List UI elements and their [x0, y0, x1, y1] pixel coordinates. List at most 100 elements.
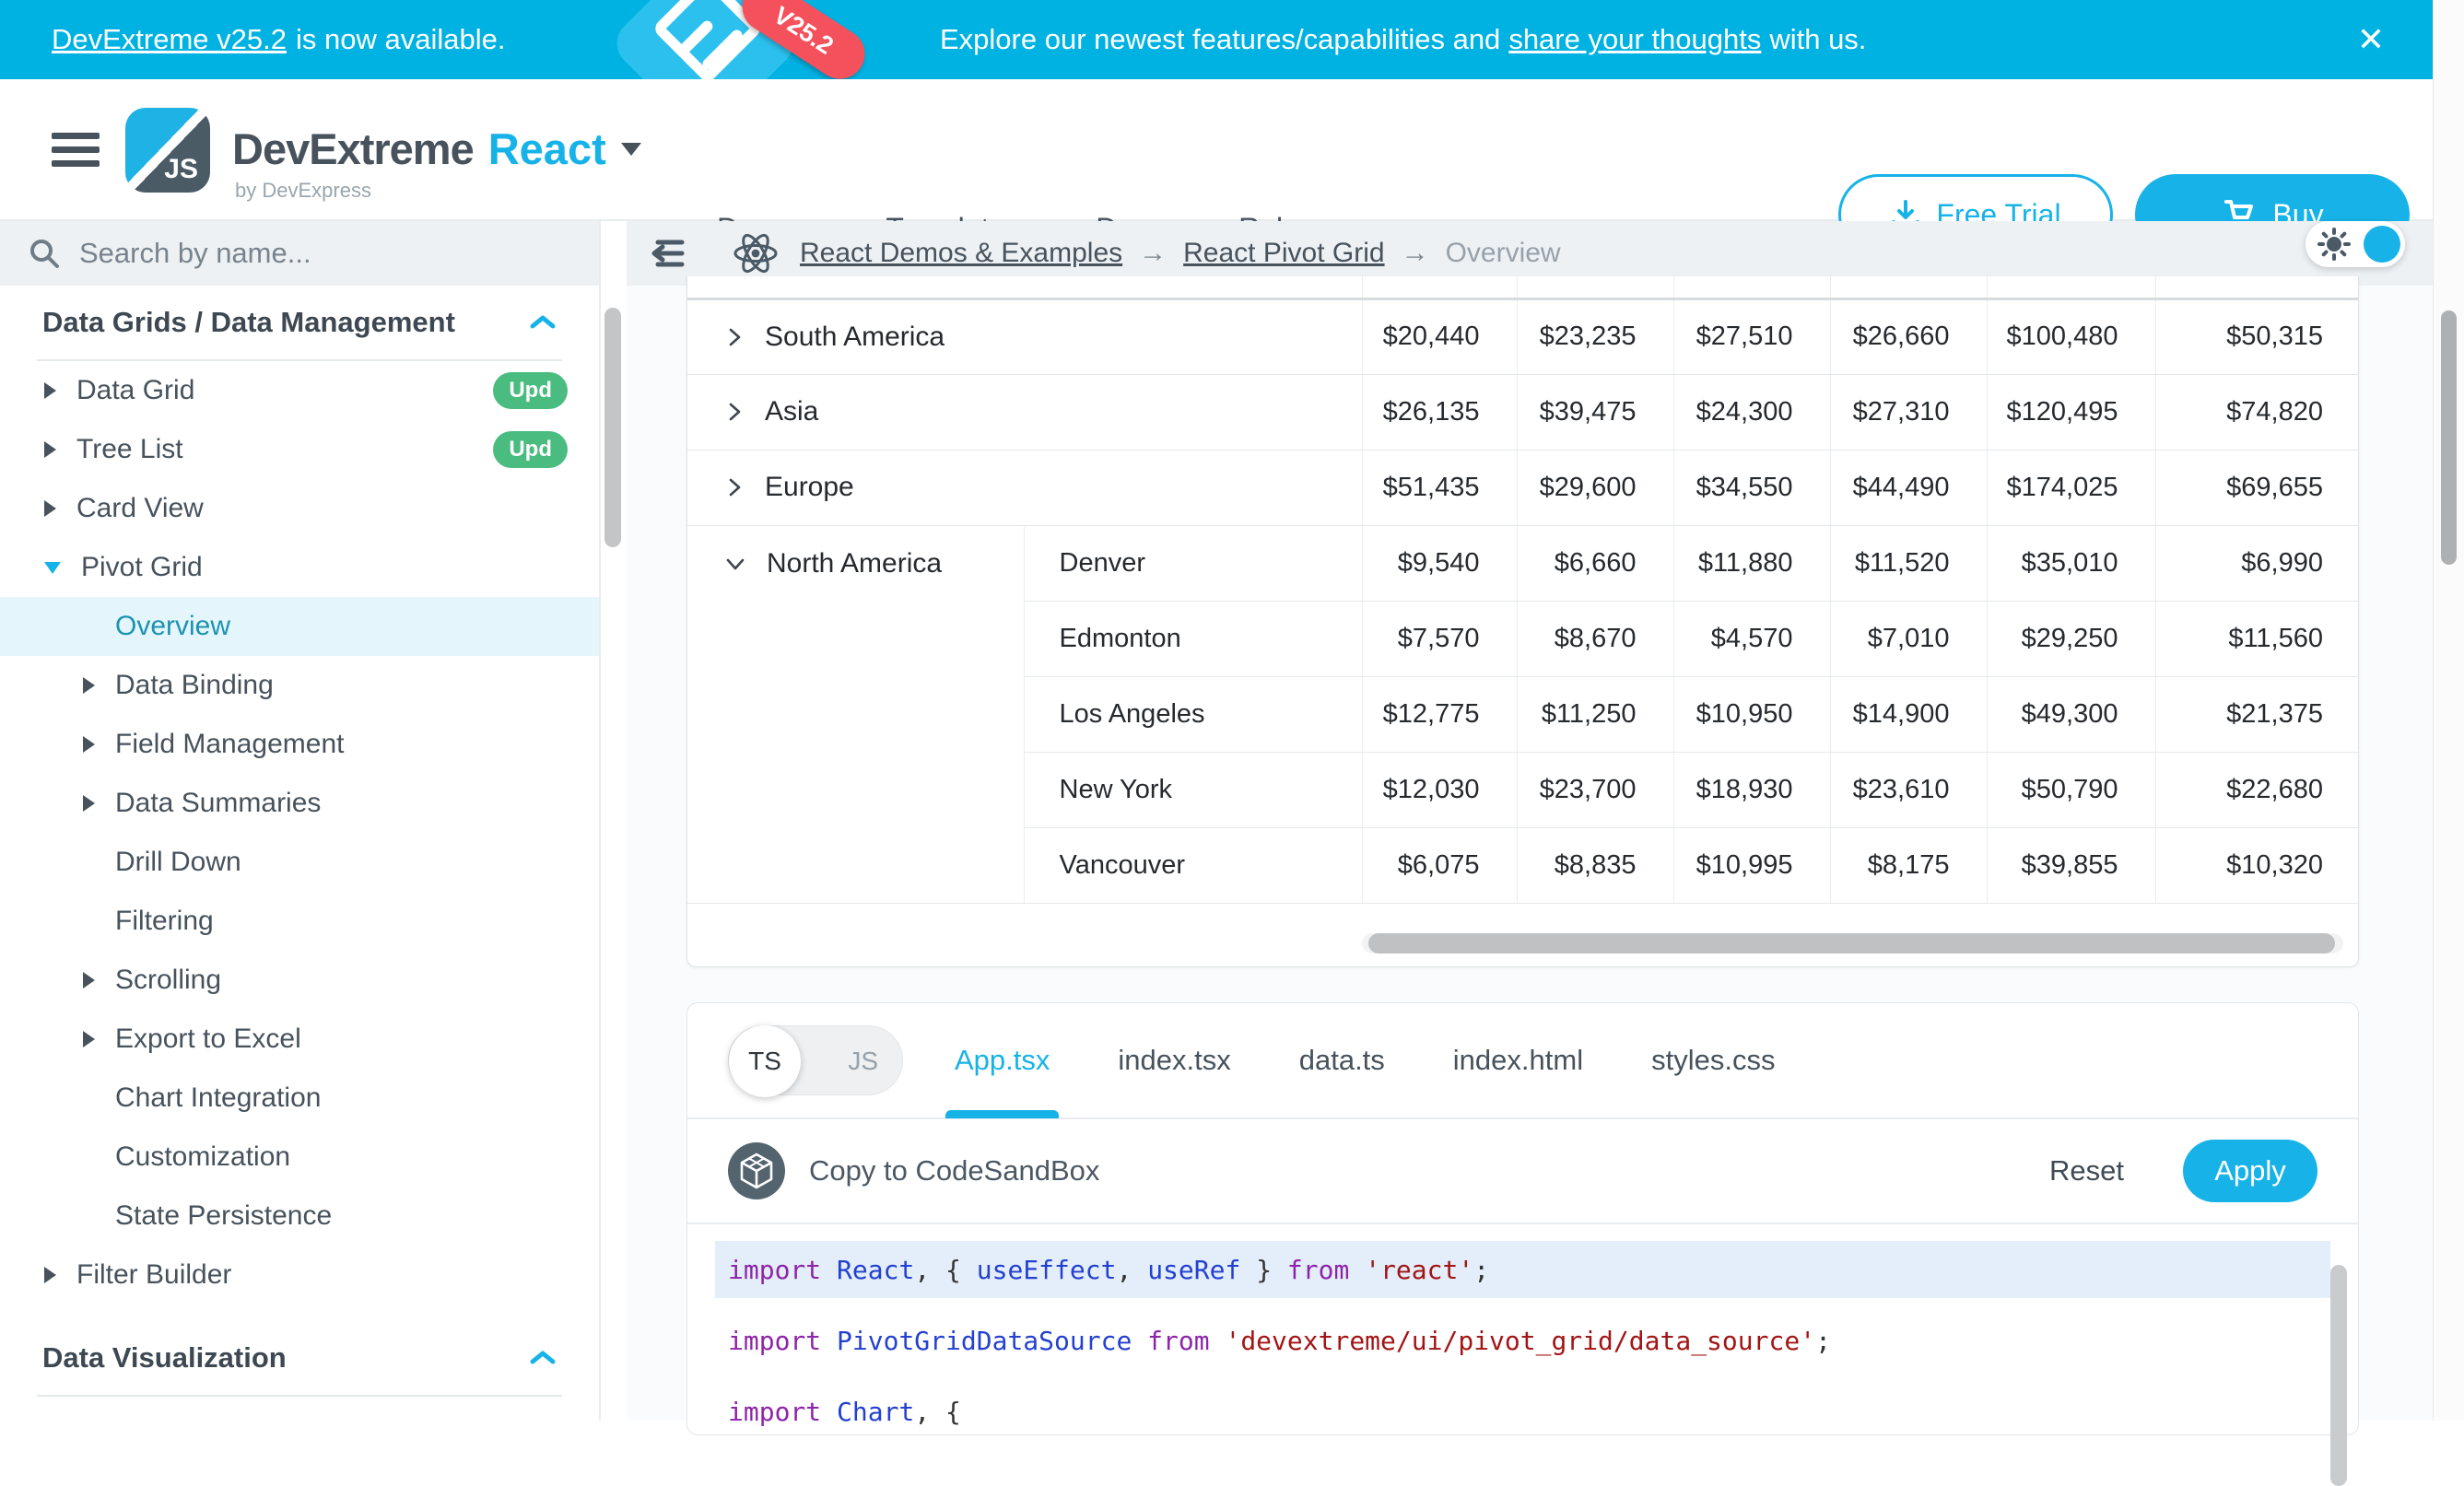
cell-value: $50,315 [2155, 298, 2359, 374]
cell-value: $69,655 [2155, 450, 2359, 525]
sidebar-item-state-persistence[interactable]: State Persistence [0, 1187, 599, 1246]
codesandbox-icon[interactable] [728, 1142, 785, 1199]
cell-value: $35,010 [1987, 525, 2155, 601]
cell-value: $74,820 [2155, 374, 2359, 450]
close-icon[interactable]: ✕ [2357, 0, 2385, 79]
code-line: import React, { useEffect, useRef } from… [715, 1241, 2330, 1298]
sidebar-item-tree-list[interactable]: Tree List Upd [0, 420, 599, 479]
code-editor[interactable]: import React, { useEffect, useRef } from… [687, 1224, 2358, 1432]
expand-chevron-icon[interactable] [722, 399, 746, 425]
sidebar-item-export-to-excel[interactable]: Export to Excel [0, 1010, 599, 1069]
row-label: Asia [765, 396, 818, 427]
section-data-grids[interactable]: Data Grids / Data Management [0, 286, 599, 359]
page-scrollbar-thumb[interactable] [2441, 310, 2457, 565]
chevron-up-icon [529, 1349, 557, 1367]
reset-button[interactable]: Reset [2049, 1154, 2124, 1188]
row-label: South America [765, 322, 945, 353]
triangle-right-icon [83, 677, 95, 694]
cell-value: $12,775 [1362, 676, 1517, 752]
cell-value: $23,610 [1830, 752, 1987, 827]
react-logo-icon [732, 231, 780, 275]
section-data-visualization[interactable]: Data Visualization [0, 1321, 599, 1395]
hamburger-menu-icon[interactable] [52, 133, 100, 167]
pivot-grid-demo: South America $20,440 $23,235 $27,510 $2… [686, 276, 2359, 967]
cell-value: $23,235 [1517, 298, 1673, 374]
sidebar-item-scrolling[interactable]: Scrolling [0, 951, 599, 1010]
breadcrumb-demos-link[interactable]: React Demos & Examples [800, 238, 1122, 269]
cell-value: $8,175 [1830, 827, 1987, 903]
triangle-right-icon [44, 441, 56, 458]
code-line: import Chart, { [715, 1383, 2330, 1440]
upd-badge: Upd [493, 431, 568, 468]
cell-value: $20,440 [1362, 298, 1517, 374]
announcement-banner: DevExtreme v25.2 is now available. V25.2… [0, 0, 2433, 79]
table-horizontal-scrollbar-thumb[interactable] [1368, 933, 2335, 954]
brand-title: DevExtreme React [232, 123, 641, 174]
sidebar-item-chart-integration[interactable]: Chart Integration [0, 1069, 599, 1128]
cell-value: $21,375 [2155, 676, 2359, 752]
sidebar-item-data-binding[interactable]: Data Binding [0, 656, 599, 715]
sidebar-item-filter-builder[interactable]: Filter Builder [0, 1246, 599, 1305]
collapse-panel-icon[interactable] [647, 234, 687, 273]
tab-data-ts[interactable]: data.ts [1299, 1002, 1385, 1118]
cell-value: $29,600 [1517, 450, 1673, 525]
cell-value: $18,930 [1673, 752, 1830, 827]
triangle-right-icon [44, 500, 56, 517]
triangle-right-icon [83, 972, 95, 989]
copy-to-codesandbox-label[interactable]: Copy to CodeSandBox [809, 1154, 1099, 1188]
search-icon [28, 237, 61, 270]
announcement-version-link[interactable]: DevExtreme v25.2 [52, 23, 287, 56]
expand-chevron-icon[interactable] [722, 324, 746, 350]
tab-app-tsx[interactable]: App.tsx [955, 1002, 1050, 1118]
cell-value: $23,700 [1517, 752, 1673, 827]
sidebar-scrollbar[interactable] [604, 308, 621, 547]
triangle-right-icon [83, 1031, 95, 1047]
cell-value: $8,835 [1517, 827, 1673, 903]
site-header: JS DevExtreme React by DevExpress Demos … [0, 79, 2433, 221]
sidebar-item-overview[interactable]: Overview [0, 597, 599, 656]
devextreme-logo[interactable]: JS [125, 108, 210, 193]
tab-index-html[interactable]: index.html [1453, 1002, 1583, 1118]
sidebar-item-filtering[interactable]: Filtering [0, 892, 599, 951]
cell-value: $7,010 [1830, 601, 1987, 676]
language-switch-knob[interactable]: TS [729, 1025, 801, 1097]
language-switch[interactable]: TS JS [728, 1025, 903, 1095]
demos-sidebar: Data Grids / Data Management Data Grid U… [0, 221, 601, 1421]
collapse-chevron-icon[interactable] [722, 552, 748, 576]
code-tabs-row: TS JS App.tsx index.tsx data.ts index.ht… [687, 1003, 2358, 1119]
sidebar-item-field-management[interactable]: Field Management [0, 715, 599, 774]
sidebar-item-pivot-grid[interactable]: Pivot Grid [0, 538, 599, 597]
language-js-label[interactable]: JS [848, 1026, 878, 1096]
table-row-clipped [687, 276, 2359, 298]
apply-button[interactable]: Apply [2183, 1140, 2317, 1202]
tab-styles-css[interactable]: styles.css [1651, 1002, 1775, 1118]
sidebar-item-data-grid[interactable]: Data Grid Upd [0, 361, 599, 420]
table-row-north-america-denver: North America Denver $9,540 $6,660 $11,8… [687, 525, 2359, 601]
cell-value: $6,075 [1362, 827, 1517, 903]
table-row-south-america: South America $20,440 $23,235 $27,510 $2… [687, 298, 2359, 374]
brand-platform[interactable]: React [488, 123, 606, 174]
sidebar-item-customization[interactable]: Customization [0, 1128, 599, 1187]
breadcrumb-pivot-grid-link[interactable]: React Pivot Grid [1183, 238, 1384, 269]
search-input[interactable] [79, 237, 558, 270]
triangle-right-icon [83, 795, 95, 812]
triangle-right-icon [44, 1267, 56, 1283]
table-row-asia: Asia $26,135 $39,475 $24,300 $27,310 $12… [687, 374, 2359, 450]
tab-index-tsx[interactable]: index.tsx [1118, 1002, 1230, 1118]
sidebar-item-data-summaries[interactable]: Data Summaries [0, 774, 599, 833]
chevron-down-icon[interactable] [621, 143, 641, 156]
divider [37, 1395, 562, 1397]
code-actions-row: Copy to CodeSandBox Reset Apply [687, 1119, 2358, 1224]
theme-toggle-knob[interactable] [2364, 226, 2400, 263]
cell-value: $26,660 [1830, 298, 1987, 374]
expand-chevron-icon[interactable] [722, 474, 746, 500]
cell-value: $11,880 [1673, 525, 1830, 601]
page-scrollbar [2433, 0, 2464, 1421]
theme-toggle[interactable] [2306, 221, 2405, 267]
sidebar-item-drill-down[interactable]: Drill Down [0, 833, 599, 892]
share-your-thoughts-link[interactable]: share your thoughts [1508, 23, 1761, 56]
cell-value: $6,990 [2155, 525, 2359, 601]
sidebar-item-card-view[interactable]: Card View [0, 479, 599, 538]
code-vertical-scrollbar[interactable] [2330, 1265, 2347, 1486]
row-label-city: New York [1024, 752, 1362, 827]
